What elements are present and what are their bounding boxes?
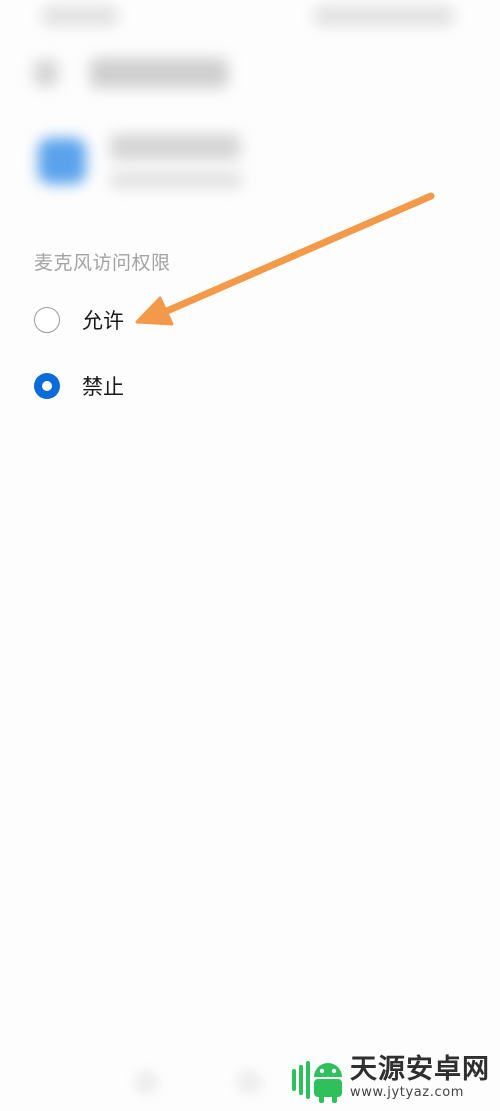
nav-home-button[interactable] <box>236 1070 262 1094</box>
watermark-url: www.jytyaz.com <box>350 1085 465 1100</box>
blurred-nav-bar <box>0 0 500 1111</box>
nav-back-button[interactable] <box>134 1070 158 1094</box>
android-robot-icon <box>292 1061 342 1103</box>
watermark: 天源安卓网 www.jytyaz.com <box>290 1050 490 1106</box>
watermark-title: 天源安卓网 <box>350 1054 490 1085</box>
